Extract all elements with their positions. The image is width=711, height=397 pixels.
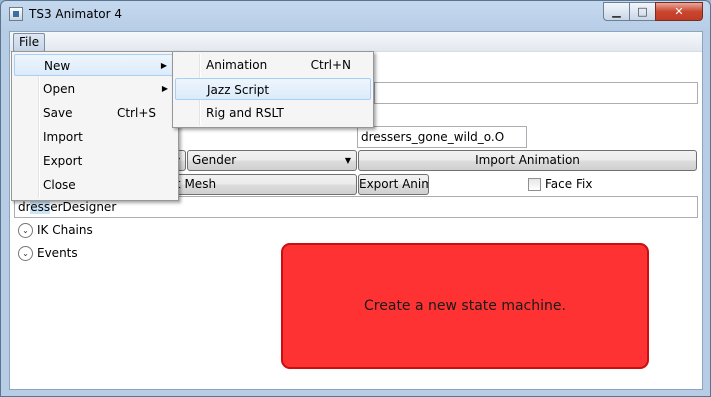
menu-item-new[interactable]: New ▶ [14, 54, 176, 76]
main-window: TS3 Animator 4 ▁ □ ✕ File dressers_gone_… [0, 0, 711, 397]
menu-item-label: Jazz Script [207, 83, 270, 97]
menu-item-label: Close [43, 178, 76, 192]
menu-item-save[interactable]: Save Ctrl+S [14, 102, 176, 124]
menu-item-import[interactable]: Import [14, 126, 176, 148]
designer-text-selection: ess [30, 200, 51, 214]
menu-item-shortcut: Ctrl+N [310, 58, 351, 72]
ik-chains-label: IK Chains [37, 223, 93, 237]
face-fix-label: Face Fix [545, 177, 593, 191]
submenu-arrow-icon: ▶ [160, 61, 167, 70]
designer-text-suffix: erDesigner [50, 200, 117, 214]
menu-item-animation[interactable]: Animation Ctrl+N [175, 54, 371, 76]
expand-icon: ⌄ [18, 222, 33, 238]
close-button[interactable]: ✕ [655, 2, 703, 21]
file-menu[interactable]: File [13, 33, 46, 52]
gender-combo-label: Gender [192, 153, 237, 167]
title-bar[interactable]: TS3 Animator 4 ▁ □ ✕ [1, 1, 710, 29]
menu-item-open[interactable]: Open ▶ [14, 78, 176, 100]
import-animation-button[interactable]: Import Animation [358, 150, 697, 171]
menu-bar: File [10, 32, 702, 52]
menu-item-label: Export [43, 154, 83, 168]
menu-item-jazz-script[interactable]: Jazz Script [175, 78, 371, 100]
app-icon [9, 7, 23, 21]
window-title: TS3 Animator 4 [29, 7, 123, 21]
menu-item-label: Save [43, 106, 73, 120]
export-anim-button[interactable]: Export Anim [358, 174, 429, 195]
state-machine-message-text: Create a new state machine. [364, 298, 566, 314]
file-dropdown: New ▶ Open ▶ Save Ctrl+S Import Export C… [11, 51, 179, 201]
minimize-button[interactable]: ▁ [603, 2, 630, 21]
events-expander[interactable]: ⌄ Events [18, 245, 78, 261]
menu-item-close[interactable]: Close [14, 174, 176, 196]
ik-chains-expander[interactable]: ⌄ IK Chains [18, 222, 93, 238]
menu-item-rig-and-rslt[interactable]: Rig and RSLT [175, 102, 371, 124]
face-fix-checkbox[interactable] [528, 178, 541, 191]
events-label: Events [37, 246, 78, 260]
menu-item-label: New [44, 59, 71, 73]
menu-item-shortcut: Ctrl+S [116, 106, 156, 120]
gender-combo[interactable]: Gender ▼ [187, 150, 357, 171]
menu-item-label: Rig and RSLT [206, 106, 284, 120]
maximize-button[interactable]: □ [629, 2, 656, 21]
top-field[interactable] [374, 82, 698, 104]
name-field[interactable]: dressers_gone_wild_o.O [357, 126, 527, 148]
chevron-down-icon: ▼ [344, 156, 351, 165]
submenu-arrow-icon: ▶ [161, 84, 168, 93]
menu-item-export[interactable]: Export [14, 150, 176, 172]
menu-item-label: Open [43, 82, 76, 96]
designer-text-prefix: dr [18, 200, 31, 214]
menu-item-label: Animation [206, 58, 268, 72]
menu-item-label: Import [43, 130, 83, 144]
expand-icon: ⌄ [18, 245, 33, 261]
new-submenu: Animation Ctrl+N Jazz Script Rig and RSL… [172, 51, 374, 128]
state-machine-message: Create a new state machine. [281, 243, 649, 369]
